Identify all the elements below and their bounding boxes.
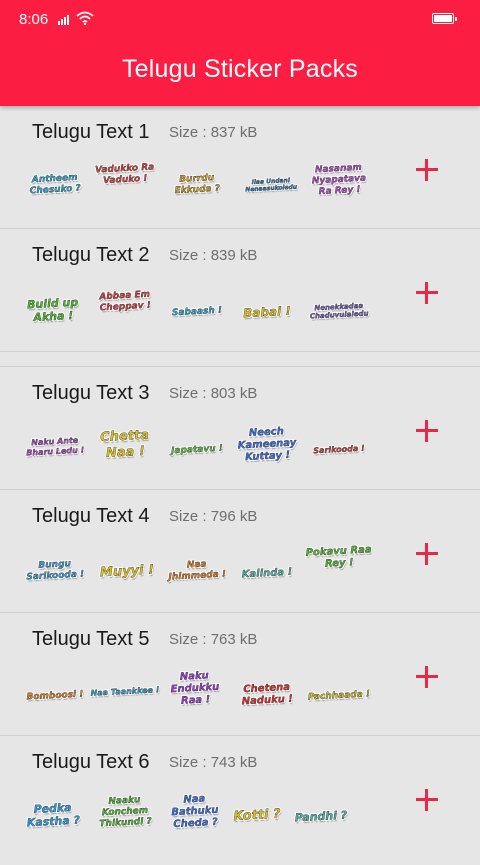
add-pack-icon[interactable] xyxy=(413,786,441,814)
sticker-preview: Naa Jhimmeda ! xyxy=(168,559,227,583)
pack-name: Telugu Text 4 xyxy=(32,505,150,527)
battery-icon xyxy=(432,13,457,24)
add-pack-icon[interactable] xyxy=(413,417,441,445)
sticker-preview: Sarikooda ! xyxy=(313,443,365,456)
sticker-preview: Abbaa Em Cheppav ! xyxy=(99,289,152,314)
sticker-preview: Muyyi ! xyxy=(99,562,155,581)
sticker-preview: Burrdu Ekkuda ? xyxy=(174,173,221,196)
pack-size: Size : 743 kB xyxy=(169,754,258,771)
sticker-preview: Babai ! xyxy=(242,303,292,321)
sticker-preview: Bungu Sarikooda ! xyxy=(26,559,85,583)
pack-name: Telugu Text 1 xyxy=(32,121,150,143)
sticker-preview: Japatavu ! xyxy=(170,443,224,457)
sticker-preview: Pachhaada ! xyxy=(307,689,371,703)
add-pack-icon[interactable] xyxy=(413,279,441,307)
sticker-preview: Kotti ? xyxy=(232,806,281,825)
sticker-preview: Pedka Kastha ? xyxy=(26,801,81,830)
app-bar: 8:06 Telugu Sticker Packs xyxy=(0,0,480,106)
pack-row[interactable]: Telugu Text 3 Size : 803 kB Naku Ante Bh… xyxy=(0,367,480,490)
pack-row[interactable]: Telugu Text 2 Size : 839 kB Build up Akh… xyxy=(0,229,480,352)
status-bar: 8:06 xyxy=(0,0,480,40)
sticker-preview: Pokavu Raa Rey ! xyxy=(305,544,372,570)
sticker-preview: Chetena Naduku ! xyxy=(241,681,294,708)
pack-row[interactable]: Telugu Text 6 Size : 743 kB Pedka Kastha… xyxy=(0,736,480,865)
sticker-preview: Naaku Konchem Thikundi ? xyxy=(99,795,152,829)
add-pack-icon[interactable] xyxy=(413,663,441,691)
sticker-preview: Vadukko Ra Vaduko ! xyxy=(94,162,155,186)
sticker-preview: Pandhi ? xyxy=(294,808,348,825)
add-pack-icon[interactable] xyxy=(413,156,441,184)
pack-name: Telugu Text 2 xyxy=(32,244,150,266)
sticker-preview: Naa Taankkee ! xyxy=(90,685,160,698)
pack-name: Telugu Text 6 xyxy=(32,751,150,773)
pack-row[interactable]: Telugu Text 4 Size : 796 kB Bungu Sariko… xyxy=(0,490,480,613)
sticker-preview: Antheem Chesuko ? xyxy=(29,172,82,197)
pack-name: Telugu Text 3 xyxy=(32,382,150,404)
pack-size: Size : 803 kB xyxy=(169,385,258,402)
add-pack-icon[interactable] xyxy=(413,540,441,568)
wifi-icon xyxy=(76,11,94,25)
sticker-preview: Nenekkadaa Chaduvulaledu xyxy=(309,301,369,322)
pack-row[interactable]: Telugu Text 5 Size : 763 kB Bomboosi ! N… xyxy=(0,613,480,736)
sticker-preview: Nasanam Nyapatava Ra Rey ! xyxy=(311,162,367,197)
sticker-preview: Chetta Naa ! xyxy=(99,427,150,461)
signal-icon xyxy=(58,13,72,25)
sticker-preview: Kalinda ! xyxy=(241,566,293,581)
sticker-preview: Build up Akha ! xyxy=(26,295,79,325)
pack-name: Telugu Text 5 xyxy=(32,628,150,650)
sticker-preview: Sabaash ! xyxy=(171,305,223,319)
divider xyxy=(0,352,480,367)
pack-size: Size : 837 kB xyxy=(169,124,258,141)
sticker-preview: Neech Kameenay Kuttay ! xyxy=(237,426,297,464)
sticker-preview: Naku Ante Bharu Ledu ! xyxy=(26,435,85,458)
sticker-preview: Ilaa Undani Nenaasukoledu xyxy=(245,177,298,194)
pack-size: Size : 839 kB xyxy=(169,247,258,264)
pack-size: Size : 763 kB xyxy=(169,631,258,648)
sticker-preview: Naku Endukku Raa ! xyxy=(170,670,220,707)
sticker-preview: Bomboosi ! xyxy=(26,689,84,703)
status-time: 8:06 xyxy=(19,11,49,28)
pack-size: Size : 796 kB xyxy=(169,508,258,525)
sticker-preview: Naa Bathuku Cheda ? xyxy=(171,793,219,831)
page-title: Telugu Sticker Packs xyxy=(121,55,359,83)
pack-row[interactable]: Telugu Text 1 Size : 837 kB Antheem Ches… xyxy=(0,106,480,229)
